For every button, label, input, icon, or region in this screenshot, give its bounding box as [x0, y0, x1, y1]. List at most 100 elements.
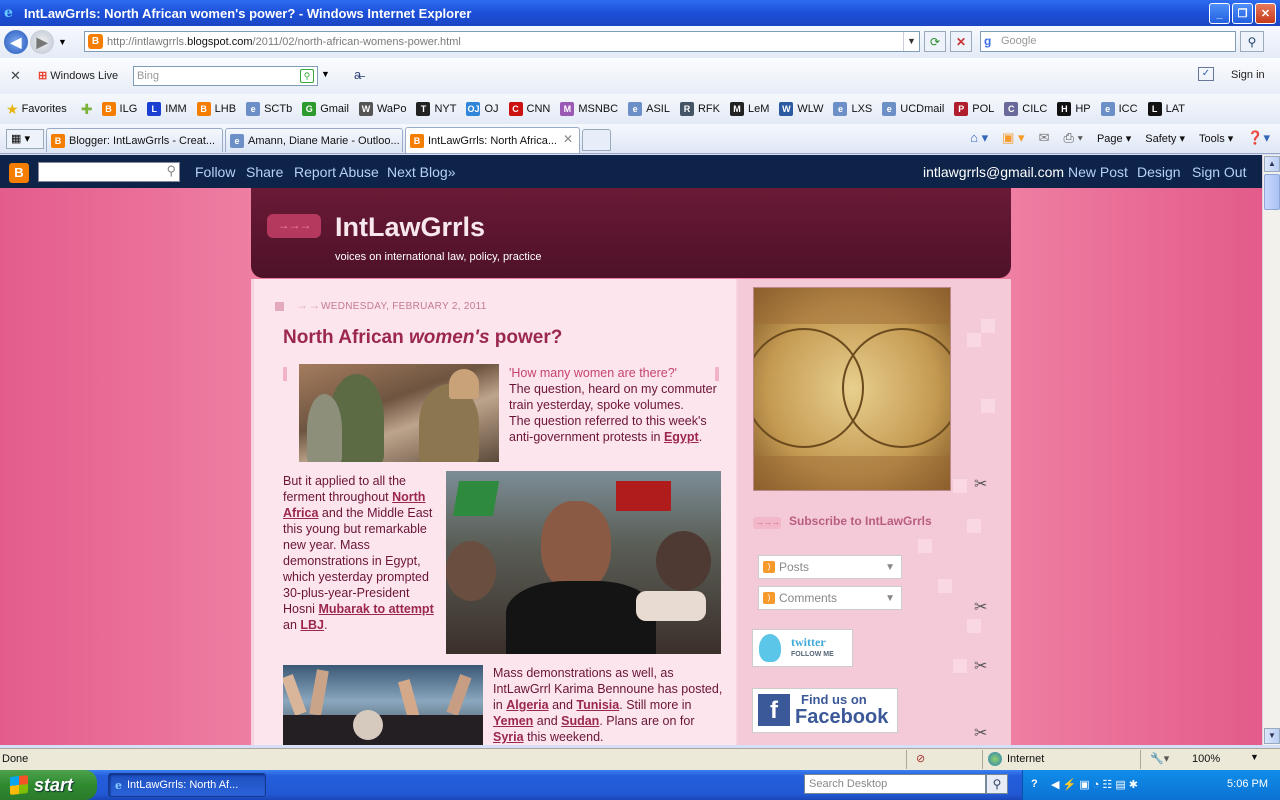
favorite-sctb[interactable]: e SCTb: [246, 102, 292, 116]
link-yemen[interactable]: Yemen: [493, 714, 533, 728]
feeds-icon[interactable]: ▣ ▾: [1002, 130, 1024, 146]
url-dropdown-icon[interactable]: ▼: [903, 32, 919, 51]
post-title[interactable]: North African women's power?: [283, 327, 562, 349]
favorite-gmail[interactable]: G Gmail: [302, 102, 349, 116]
forward-button[interactable]: ▶: [30, 30, 54, 54]
report-abuse-link[interactable]: Report Abuse: [294, 164, 379, 180]
add-favorite-icon[interactable]: ✚: [81, 101, 93, 118]
favorites-star-icon[interactable]: ★: [6, 101, 19, 118]
tab-blogger[interactable]: B Blogger: IntLawGrrls - Creat...: [46, 128, 223, 152]
history-dropdown-icon[interactable]: ▼: [58, 37, 67, 47]
translate-icon[interactable]: a͏̶: [354, 67, 361, 82]
scroll-thumb[interactable]: [1264, 174, 1280, 210]
print-icon[interactable]: ⎙ ▾: [1063, 130, 1082, 146]
edit-gadget-icon[interactable]: ✂: [974, 474, 987, 494]
close-window-button[interactable]: ✕: [1255, 3, 1276, 24]
blog-title[interactable]: IntLawGrrls: [335, 212, 485, 243]
help-tray-icon[interactable]: ?: [1031, 778, 1038, 790]
facebook-badge[interactable]: f Find us on Facebook: [752, 688, 898, 733]
windows-live-label[interactable]: ⊞ Windows Live: [38, 69, 118, 82]
design-link[interactable]: Design: [1137, 164, 1181, 180]
url-field[interactable]: B http://intlawgrrls. blogspot.com/2011/0…: [84, 31, 920, 52]
world-map-image[interactable]: [753, 287, 951, 491]
link-egypt[interactable]: Egypt: [664, 430, 699, 444]
twitter-follow-badge[interactable]: twitter FOLLOW ME: [752, 629, 853, 667]
scroll-up-icon[interactable]: ▲: [1264, 156, 1280, 172]
bing-search-input[interactable]: Bing ⚲: [133, 66, 318, 86]
bing-dropdown-icon[interactable]: ▼: [321, 69, 330, 79]
favorite-lat[interactable]: L LAT: [1147, 102, 1185, 116]
close-tab-icon[interactable]: ✕: [563, 132, 573, 146]
share-link[interactable]: Share: [246, 164, 283, 180]
protest-photo-women[interactable]: [299, 364, 499, 462]
security-zone[interactable]: Internet: [988, 752, 1044, 766]
start-button[interactable]: start: [0, 770, 97, 800]
favorite-pol[interactable]: P POL: [954, 102, 994, 116]
link-algeria[interactable]: Algeria: [506, 698, 548, 712]
mail-icon[interactable]: ✉: [1039, 130, 1050, 146]
sign-in-link[interactable]: Sign in: [1231, 69, 1265, 81]
search-go-icon[interactable]: ⚲: [300, 69, 314, 83]
scroll-down-icon[interactable]: ▼: [1264, 728, 1280, 744]
help-icon[interactable]: ❓▾: [1247, 130, 1270, 146]
desktop-search-button[interactable]: ⚲: [986, 774, 1008, 794]
protected-mode-icon[interactable]: 🔧▾: [1150, 752, 1169, 765]
edit-gadget-icon[interactable]: ✂: [974, 597, 987, 617]
vertical-scrollbar[interactable]: ▲ ▼: [1262, 155, 1280, 745]
favorite-rfk[interactable]: R RFK: [679, 102, 720, 116]
next-blog-link[interactable]: Next Blog»: [387, 164, 455, 180]
refresh-button[interactable]: ⟳: [924, 31, 946, 52]
privacy-icon[interactable]: ⊘: [916, 752, 925, 765]
tab-intlawgrrls-active[interactable]: B IntLawGrrls: North Africa... ✕: [405, 127, 580, 153]
protest-photo-arms[interactable]: [283, 665, 483, 745]
favorite-msnbc[interactable]: M MSNBC: [560, 102, 618, 116]
favorite-wapo[interactable]: W WaPo: [358, 102, 406, 116]
stop-button[interactable]: ✕: [950, 31, 972, 52]
google-search-input[interactable]: g Google: [980, 31, 1236, 52]
favorite-imm[interactable]: L IMM: [147, 102, 187, 116]
favorite-lem[interactable]: M LeM: [729, 102, 769, 116]
new-post-link[interactable]: New Post: [1068, 164, 1128, 180]
favorite-wlw[interactable]: W WLW: [779, 102, 823, 116]
posts-feed-dropdown[interactable]: ) Posts ▼: [758, 555, 902, 579]
quick-tabs-button[interactable]: ▦ ▾: [6, 129, 44, 149]
favorite-hp[interactable]: H HP: [1057, 102, 1091, 116]
favorite-cilc[interactable]: C CILC: [1004, 102, 1047, 116]
favorite-asil[interactable]: e ASIL: [628, 102, 670, 116]
protest-photo-crowd[interactable]: [446, 471, 721, 654]
safety-menu[interactable]: Safety ▾: [1145, 132, 1185, 145]
home-icon[interactable]: ⌂ ▾: [970, 130, 988, 146]
tray-icons[interactable]: ◀ ⚡ ▣ ◔ ☷ ▤ ✱: [1051, 778, 1138, 791]
edit-gadget-icon[interactable]: ✂: [974, 723, 987, 743]
blogger-logo-icon[interactable]: B: [9, 163, 29, 183]
tools-menu[interactable]: Tools ▾: [1199, 132, 1233, 145]
favorite-ilg[interactable]: B ILG: [101, 102, 137, 116]
close-toolbar-icon[interactable]: ✕: [10, 68, 21, 84]
back-button[interactable]: ◀: [4, 30, 28, 54]
zoom-level[interactable]: 100%: [1192, 753, 1220, 765]
search-button[interactable]: ⚲: [1240, 31, 1264, 52]
edit-gadget-icon[interactable]: ✂: [974, 656, 987, 676]
favorites-button[interactable]: Favorites: [22, 103, 67, 115]
link-syria[interactable]: Syria: [493, 730, 524, 744]
favorite-ucdmail[interactable]: e UCDmail: [882, 102, 944, 116]
comments-feed-dropdown[interactable]: ) Comments ▼: [758, 586, 902, 610]
follow-link[interactable]: Follow: [195, 164, 235, 180]
favorite-oj[interactable]: OJ OJ: [466, 102, 499, 116]
link-lbj[interactable]: LBJ: [300, 618, 324, 632]
minimize-button[interactable]: _: [1209, 3, 1230, 24]
favorite-nyt[interactable]: T NYT: [416, 102, 456, 116]
favorite-cnn[interactable]: C CNN: [508, 102, 550, 116]
page-menu[interactable]: Page ▾: [1097, 132, 1131, 145]
favorite-lxs[interactable]: e LXS: [833, 102, 872, 116]
desktop-search-input[interactable]: Search Desktop: [804, 774, 986, 794]
checkbox-icon[interactable]: ✓: [1198, 67, 1214, 81]
blog-search-input[interactable]: ⚲: [38, 162, 180, 182]
maximize-button[interactable]: ❐: [1232, 3, 1253, 24]
link-tunisia[interactable]: Tunisia: [576, 698, 619, 712]
link-sudan[interactable]: Sudan: [561, 714, 599, 728]
favorite-icc[interactable]: e ICC: [1100, 102, 1138, 116]
favorite-lhb[interactable]: B LHB: [196, 102, 236, 116]
link-mubarak[interactable]: Mubarak to attempt: [318, 602, 433, 616]
zoom-dropdown-icon[interactable]: ▼: [1250, 752, 1259, 762]
